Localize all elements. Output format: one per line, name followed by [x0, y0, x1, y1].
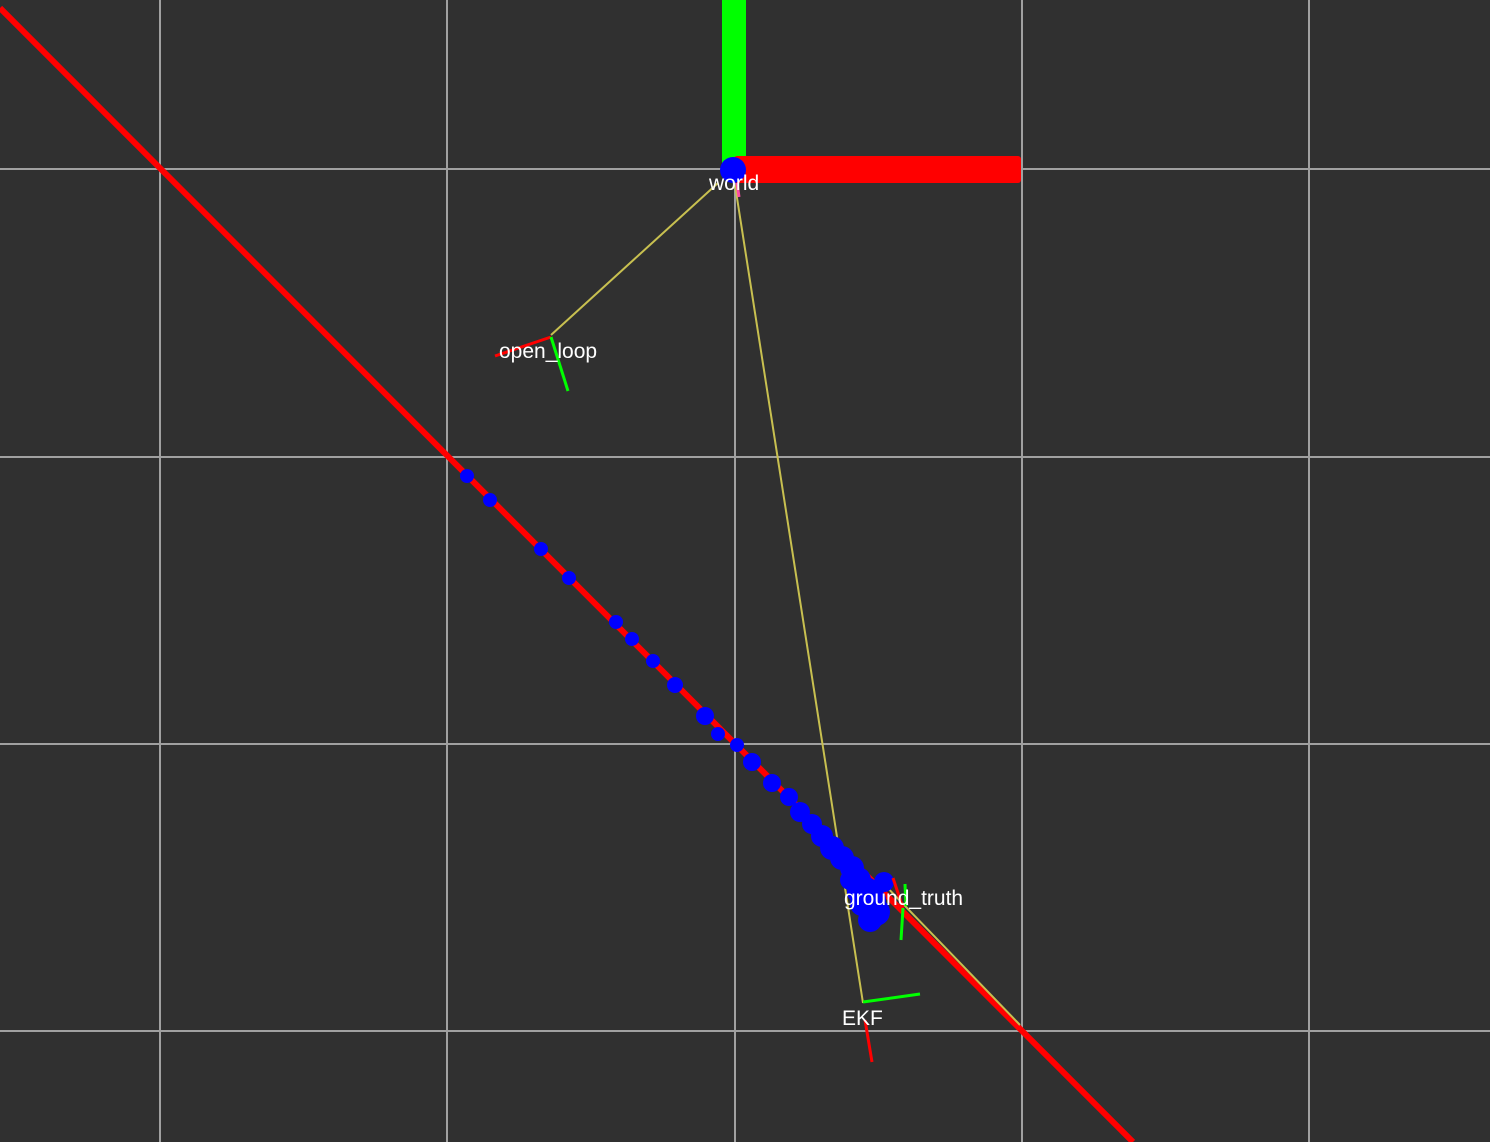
world-x-axis — [734, 156, 1021, 183]
ekf-y-axis — [862, 992, 921, 1004]
ground-truth-y-axis — [899, 907, 905, 941]
ground-truth-frame-label: ground_truth — [844, 887, 963, 910]
tf-link-world-open-loop — [550, 182, 719, 336]
ekf-frame-label: EKF — [842, 1007, 883, 1030]
pose-marker — [743, 753, 761, 771]
pose-marker-cloud — [460, 469, 894, 932]
pose-marker — [696, 707, 714, 725]
pose-marker — [625, 632, 639, 646]
pose-marker — [483, 493, 497, 507]
pose-marker — [646, 654, 660, 668]
scene-canvas[interactable]: world open_loop ground_truth EKF — [0, 0, 1490, 1142]
pose-marker — [711, 727, 725, 741]
world-frame-axes[interactable] — [720, 0, 1021, 198]
pose-marker — [534, 542, 548, 556]
pose-marker — [763, 774, 781, 792]
pose-marker — [460, 469, 474, 483]
world-frame-label: world — [708, 172, 759, 195]
pose-marker — [562, 571, 576, 585]
pose-marker — [730, 738, 744, 752]
world-y-axis — [722, 0, 746, 170]
pose-marker — [609, 615, 623, 629]
rviz-3d-viewport[interactable]: world open_loop ground_truth EKF — [0, 0, 1490, 1142]
pose-marker — [667, 677, 683, 693]
open-loop-frame-label: open_loop — [499, 340, 597, 363]
